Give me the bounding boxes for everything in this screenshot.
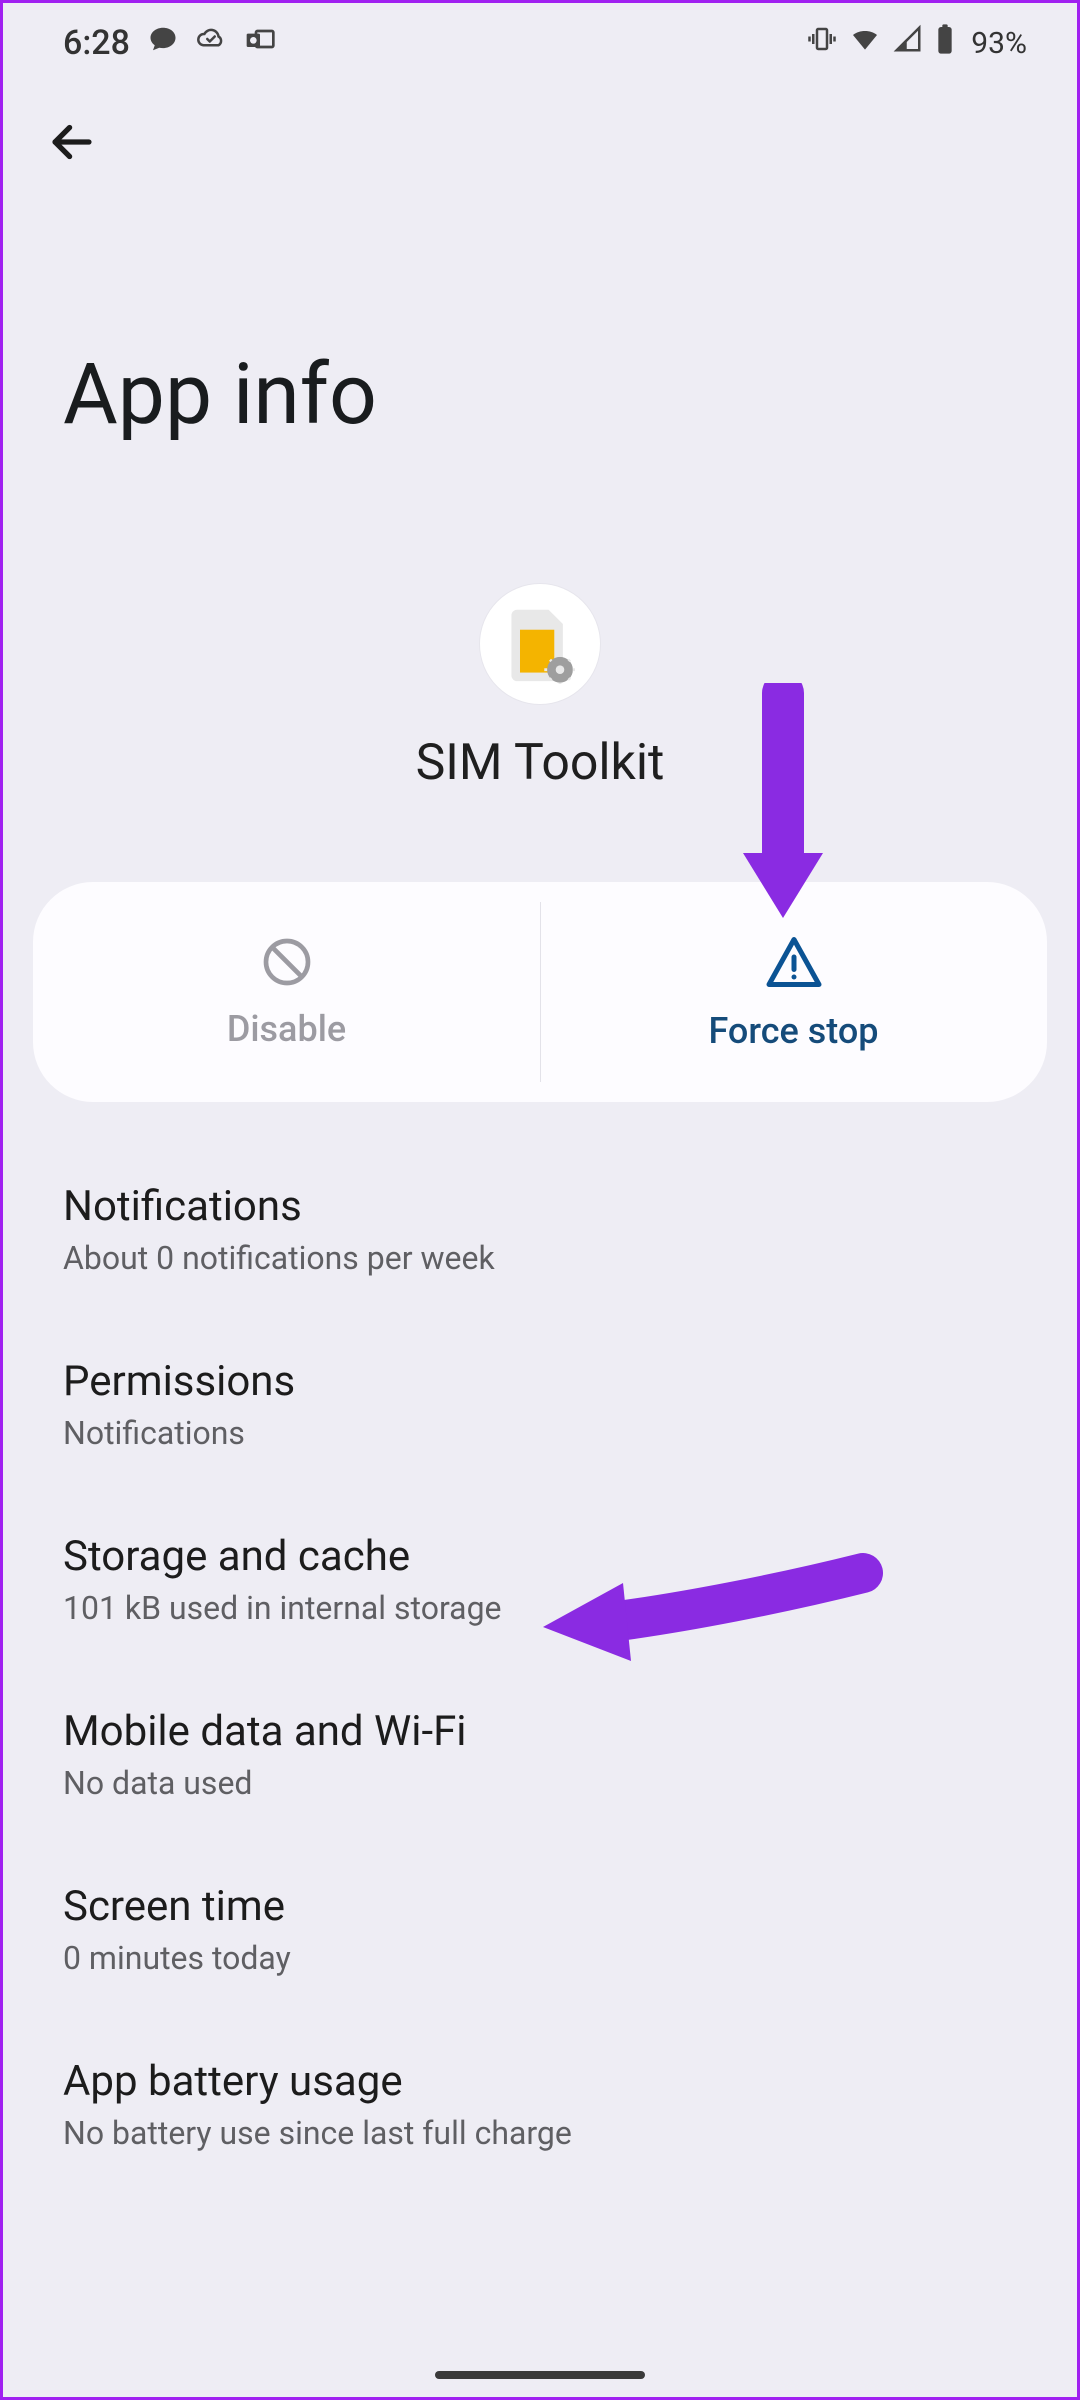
navigation-bar-indicator	[435, 2371, 645, 2379]
warning-triangle-icon	[764, 932, 824, 996]
setting-storage[interactable]: Storage and cache 101 kB used in interna…	[63, 1492, 1017, 1667]
setting-subtitle: No data used	[63, 1764, 1017, 1802]
battery-icon	[935, 23, 955, 63]
setting-subtitle: About 0 notifications per week	[63, 1239, 1017, 1277]
setting-subtitle: 101 kB used in internal storage	[63, 1589, 1017, 1627]
setting-screen-time[interactable]: Screen time 0 minutes today	[63, 1842, 1017, 2017]
setting-title: Notifications	[63, 1182, 1017, 1231]
disable-label: Disable	[227, 1008, 346, 1050]
wifi-icon	[849, 23, 881, 63]
back-button[interactable]	[43, 156, 101, 175]
vibrate-icon	[807, 24, 837, 62]
setting-title: Screen time	[63, 1882, 1017, 1931]
status-bar: 6:28 93%	[3, 3, 1077, 73]
signal-icon	[893, 24, 923, 62]
setting-permissions[interactable]: Permissions Notifications	[63, 1317, 1017, 1492]
cloud-check-icon	[196, 24, 226, 62]
page-title: App info	[3, 185, 1077, 484]
status-time: 6:28	[63, 23, 130, 63]
settings-list: Notifications About 0 notifications per …	[3, 1102, 1077, 2192]
setting-battery[interactable]: App battery usage No battery use since l…	[63, 2017, 1017, 2192]
setting-title: App battery usage	[63, 2057, 1017, 2106]
setting-notifications[interactable]: Notifications About 0 notifications per …	[63, 1142, 1017, 1317]
setting-title: Permissions	[63, 1357, 1017, 1406]
outlook-icon	[244, 23, 276, 63]
app-header: SIM Toolkit	[3, 584, 1077, 792]
setting-subtitle: No battery use since last full charge	[63, 2114, 1017, 2152]
setting-title: Mobile data and Wi-Fi	[63, 1707, 1017, 1756]
app-icon	[480, 584, 600, 704]
force-stop-label: Force stop	[708, 1010, 878, 1052]
disable-icon	[259, 934, 315, 994]
battery-percent: 93%	[971, 26, 1027, 61]
setting-data[interactable]: Mobile data and Wi-Fi No data used	[63, 1667, 1017, 1842]
setting-subtitle: Notifications	[63, 1414, 1017, 1452]
action-buttons: Disable Force stop	[33, 882, 1047, 1102]
setting-title: Storage and cache	[63, 1532, 1017, 1581]
setting-subtitle: 0 minutes today	[63, 1939, 1017, 1977]
app-name: SIM Toolkit	[416, 734, 665, 792]
chat-icon	[148, 24, 178, 62]
force-stop-button[interactable]: Force stop	[540, 882, 1047, 1102]
disable-button[interactable]: Disable	[33, 882, 540, 1102]
